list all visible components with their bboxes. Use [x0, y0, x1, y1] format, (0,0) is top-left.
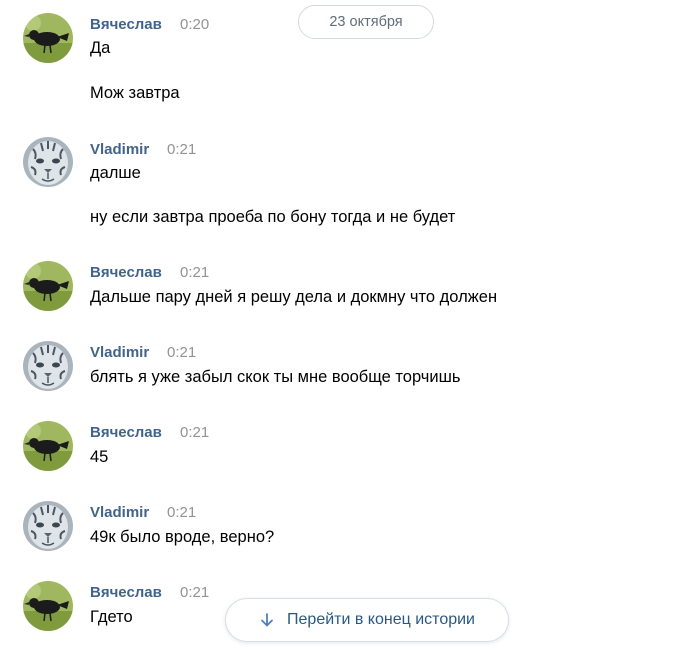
message-text: Мож завтра [90, 84, 180, 102]
author-name[interactable]: Vladimir [90, 344, 149, 361]
message-text: Гдето [90, 608, 133, 626]
message-time[interactable]: 0:21 [180, 584, 209, 601]
tiger-avatar[interactable] [23, 137, 73, 187]
jump-to-end-label: Перейти в конец истории [287, 611, 475, 628]
message-text: 49к было вроде, верно? [90, 528, 275, 546]
message-text: 45 [90, 448, 109, 466]
author-name[interactable]: Vladimir [90, 504, 149, 521]
tiger-avatar[interactable] [23, 341, 73, 391]
tiger-avatar[interactable] [23, 501, 73, 551]
author-name[interactable]: Вячеслав [90, 264, 162, 281]
arrow-down-icon [259, 612, 275, 628]
message-text: Дальше пару дней я решу дела и докмну чт… [90, 288, 498, 306]
date-separator: 23 октября [298, 5, 434, 39]
jump-to-end-button[interactable]: Перейти в конец истории [225, 598, 509, 642]
author-name[interactable]: Vladimir [90, 141, 149, 158]
crow-avatar[interactable] [23, 421, 73, 471]
crow-avatar[interactable] [23, 261, 73, 311]
message-text: Да [90, 39, 111, 57]
message-text: ну если завтра проеба по бону тогда и не… [90, 208, 456, 226]
message-time[interactable]: 0:21 [167, 141, 196, 158]
message-time[interactable]: 0:21 [167, 344, 196, 361]
message-time[interactable]: 0:21 [167, 504, 196, 521]
message-text: далше [90, 164, 141, 182]
crow-avatar[interactable] [23, 13, 73, 63]
message-text: блять я уже забыл скок ты мне вообще тор… [90, 368, 461, 386]
message-time[interactable]: 0:20 [180, 16, 209, 33]
message-time[interactable]: 0:21 [180, 424, 209, 441]
author-name[interactable]: Вячеслав [90, 16, 162, 33]
author-name[interactable]: Вячеслав [90, 584, 162, 601]
message-time[interactable]: 0:21 [180, 264, 209, 281]
crow-avatar[interactable] [23, 581, 73, 631]
author-name[interactable]: Вячеслав [90, 424, 162, 441]
